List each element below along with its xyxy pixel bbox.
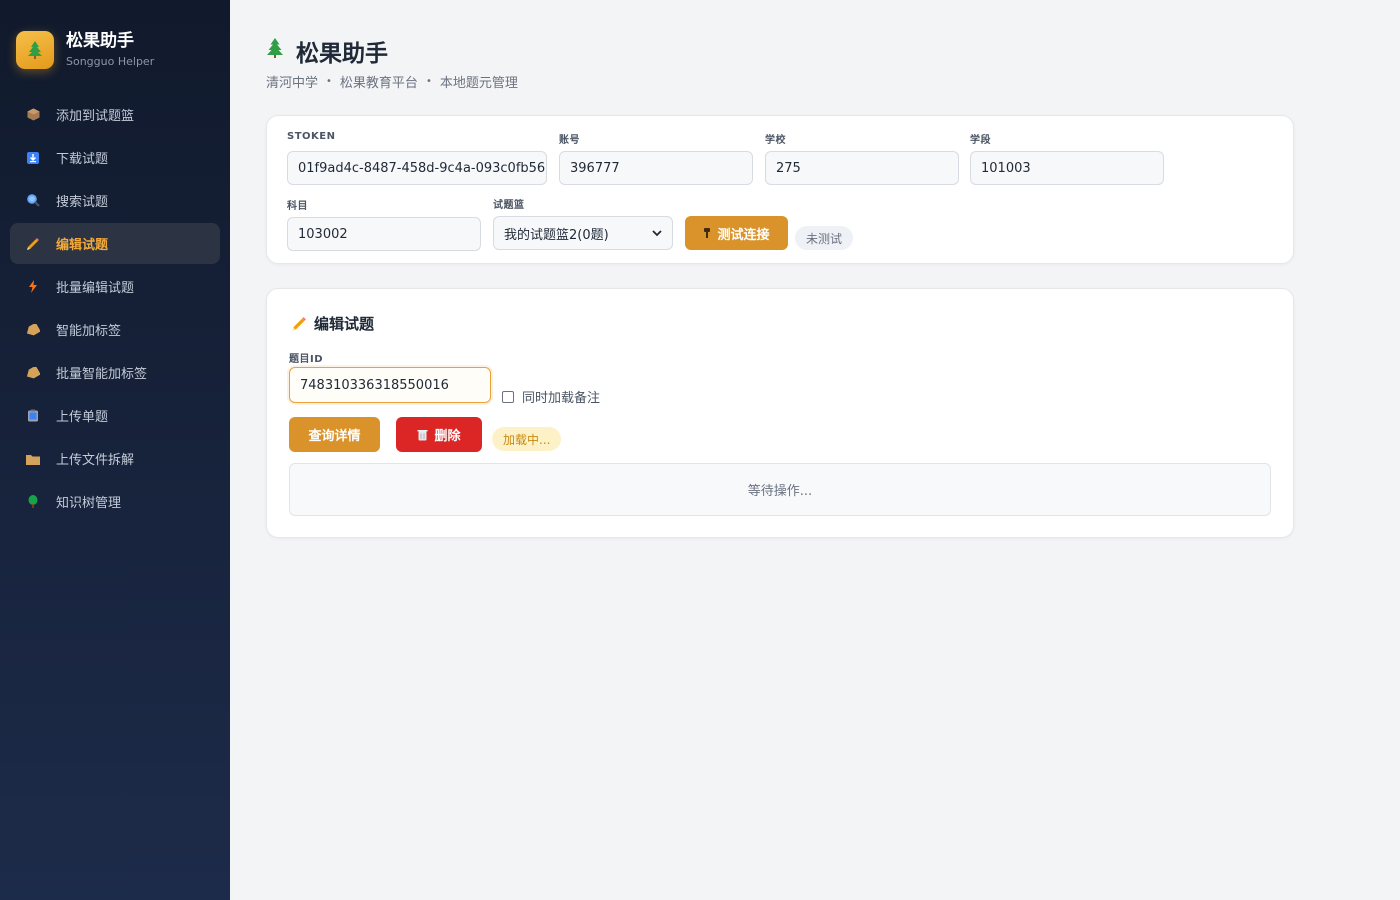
brand-subtitle: Songguo Helper bbox=[66, 55, 155, 68]
sidebar-item-label: 批量编辑试题 bbox=[56, 281, 135, 296]
package-icon bbox=[26, 108, 40, 122]
loading-badge: 加载中... bbox=[492, 427, 562, 451]
basket-field-group: 试题篮 我的试题篮2(0题) bbox=[493, 196, 673, 250]
question-id-input[interactable]: 748310336318550016 bbox=[289, 367, 491, 403]
breadcrumb-separator: • bbox=[425, 76, 432, 87]
page-title-text: 松果助手 bbox=[296, 41, 388, 67]
basket-selected-value: 我的试题篮2(0题) bbox=[504, 227, 609, 243]
page-header: 松果助手 清河中学 • 松果教育平台 • 本地题元管理 bbox=[266, 36, 518, 91]
sidebar-item-label: 添加到试题篮 bbox=[56, 109, 135, 124]
subject-label: 科目 bbox=[287, 201, 308, 212]
search-icon bbox=[26, 194, 40, 208]
tree-icon bbox=[16, 31, 54, 69]
stoken-label: STOKEN bbox=[287, 131, 336, 142]
breadcrumb-item: 本地题元管理 bbox=[439, 76, 518, 91]
delete-button[interactable]: 删除 bbox=[396, 417, 482, 452]
school-input[interactable]: 275 bbox=[765, 151, 959, 185]
subject-input[interactable]: 103002 bbox=[287, 217, 481, 251]
pencil-icon bbox=[291, 316, 307, 332]
breadcrumb-item: 清河中学 bbox=[266, 76, 319, 91]
trash-icon bbox=[417, 429, 428, 441]
sidebar-item-download[interactable]: 下载试题 bbox=[10, 137, 220, 178]
query-details-label: 查询详情 bbox=[308, 429, 361, 444]
stoken-input[interactable]: 01f9ad4c-8487-458d-9c4a-093c0fb567ae bbox=[287, 151, 547, 185]
school-label: 学校 bbox=[765, 135, 786, 146]
sidebar-item-knowledge-tree[interactable]: 知识树管理 bbox=[10, 481, 220, 522]
tree-icon bbox=[266, 37, 284, 65]
stage-field-group: 学段 101003 bbox=[970, 131, 1164, 185]
sidebar-item-smart-tag[interactable]: 智能加标签 bbox=[10, 309, 220, 350]
delete-label: 删除 bbox=[434, 429, 461, 444]
school-field-group: 学校 275 bbox=[765, 131, 959, 185]
subject-field-group: 科目 103002 bbox=[287, 197, 481, 251]
sidebar: 松果助手 Songguo Helper 添加到试题篮 下载试题 搜索试题 编辑试… bbox=[0, 0, 230, 900]
tag-icon bbox=[26, 323, 40, 337]
sidebar-item-add-to-basket[interactable]: 添加到试题篮 bbox=[10, 94, 220, 135]
sidebar-item-label: 上传单题 bbox=[56, 410, 109, 425]
question-id-label: 题目ID bbox=[289, 354, 324, 365]
plug-icon bbox=[703, 227, 711, 239]
sidebar-item-edit[interactable]: 编辑试题 bbox=[10, 223, 220, 264]
account-input[interactable]: 396777 bbox=[559, 151, 753, 185]
stage-label: 学段 bbox=[970, 135, 991, 146]
brand: 松果助手 Songguo Helper bbox=[0, 30, 230, 70]
query-details-button[interactable]: 查询详情 bbox=[289, 417, 380, 452]
load-notes-option[interactable]: 同时加载备注 bbox=[502, 387, 600, 406]
account-field-group: 账号 396777 bbox=[559, 131, 753, 185]
sidebar-item-label: 批量智能加标签 bbox=[56, 367, 148, 382]
sidebar-item-label: 编辑试题 bbox=[56, 238, 109, 253]
tree-icon bbox=[26, 495, 40, 509]
sidebar-item-upload-single[interactable]: 上传单题 bbox=[10, 395, 220, 436]
account-label: 账号 bbox=[559, 135, 580, 146]
result-panel: 等待操作... bbox=[289, 463, 1271, 516]
connection-status-badge: 未测试 bbox=[795, 226, 854, 250]
test-connection-label: 测试连接 bbox=[717, 227, 770, 243]
chevron-down-icon bbox=[652, 226, 662, 240]
sidebar-item-batch-smart-tag[interactable]: 批量智能加标签 bbox=[10, 352, 220, 393]
folder-icon bbox=[26, 452, 40, 466]
sidebar-item-search[interactable]: 搜索试题 bbox=[10, 180, 220, 221]
main-content: 松果助手 清河中学 • 松果教育平台 • 本地题元管理 STOKEN 01f9a… bbox=[230, 0, 1400, 900]
sidebar-item-upload-file[interactable]: 上传文件拆解 bbox=[10, 438, 220, 479]
clipboard-icon bbox=[26, 409, 40, 423]
stage-input[interactable]: 101003 bbox=[970, 151, 1164, 185]
basket-select[interactable]: 我的试题篮2(0题) bbox=[493, 216, 673, 250]
sidebar-item-batch-edit[interactable]: 批量编辑试题 bbox=[10, 266, 220, 307]
edit-question-card: 编辑试题 题目ID 748310336318550016 同时加载备注 查询详情… bbox=[266, 288, 1294, 538]
brand-title: 松果助手 bbox=[66, 31, 134, 51]
breadcrumb-item: 松果教育平台 bbox=[339, 76, 418, 91]
result-text: 等待操作... bbox=[747, 484, 813, 499]
sidebar-nav: 添加到试题篮 下载试题 搜索试题 编辑试题 批量编辑试题 智能加标签 批量智能加… bbox=[0, 94, 230, 522]
sidebar-item-label: 上传文件拆解 bbox=[56, 453, 135, 468]
load-notes-label: 同时加载备注 bbox=[522, 391, 601, 406]
stoken-field-group: STOKEN 01f9ad4c-8487-458d-9c4a-093c0fb56… bbox=[287, 131, 547, 185]
breadcrumb-separator: • bbox=[326, 76, 332, 87]
question-id-field-group: 题目ID 748310336318550016 bbox=[289, 350, 491, 403]
section-title: 编辑试题 bbox=[291, 313, 374, 334]
lightning-icon bbox=[26, 280, 40, 294]
sidebar-item-label: 智能加标签 bbox=[56, 324, 122, 339]
pencil-icon bbox=[26, 237, 40, 251]
config-card: STOKEN 01f9ad4c-8487-458d-9c4a-093c0fb56… bbox=[266, 115, 1294, 264]
sidebar-item-label: 知识树管理 bbox=[56, 496, 122, 511]
test-connection-button[interactable]: 测试连接 bbox=[685, 216, 788, 250]
section-title-text: 编辑试题 bbox=[314, 315, 375, 333]
page-title: 松果助手 bbox=[266, 36, 518, 67]
basket-label: 试题篮 bbox=[493, 200, 525, 211]
tag-icon bbox=[26, 366, 40, 380]
load-notes-checkbox[interactable] bbox=[502, 390, 514, 403]
sidebar-item-label: 下载试题 bbox=[56, 152, 109, 167]
sidebar-item-label: 搜索试题 bbox=[56, 195, 109, 210]
download-icon bbox=[26, 151, 40, 165]
breadcrumb: 清河中学 • 松果教育平台 • 本地题元管理 bbox=[266, 72, 518, 91]
